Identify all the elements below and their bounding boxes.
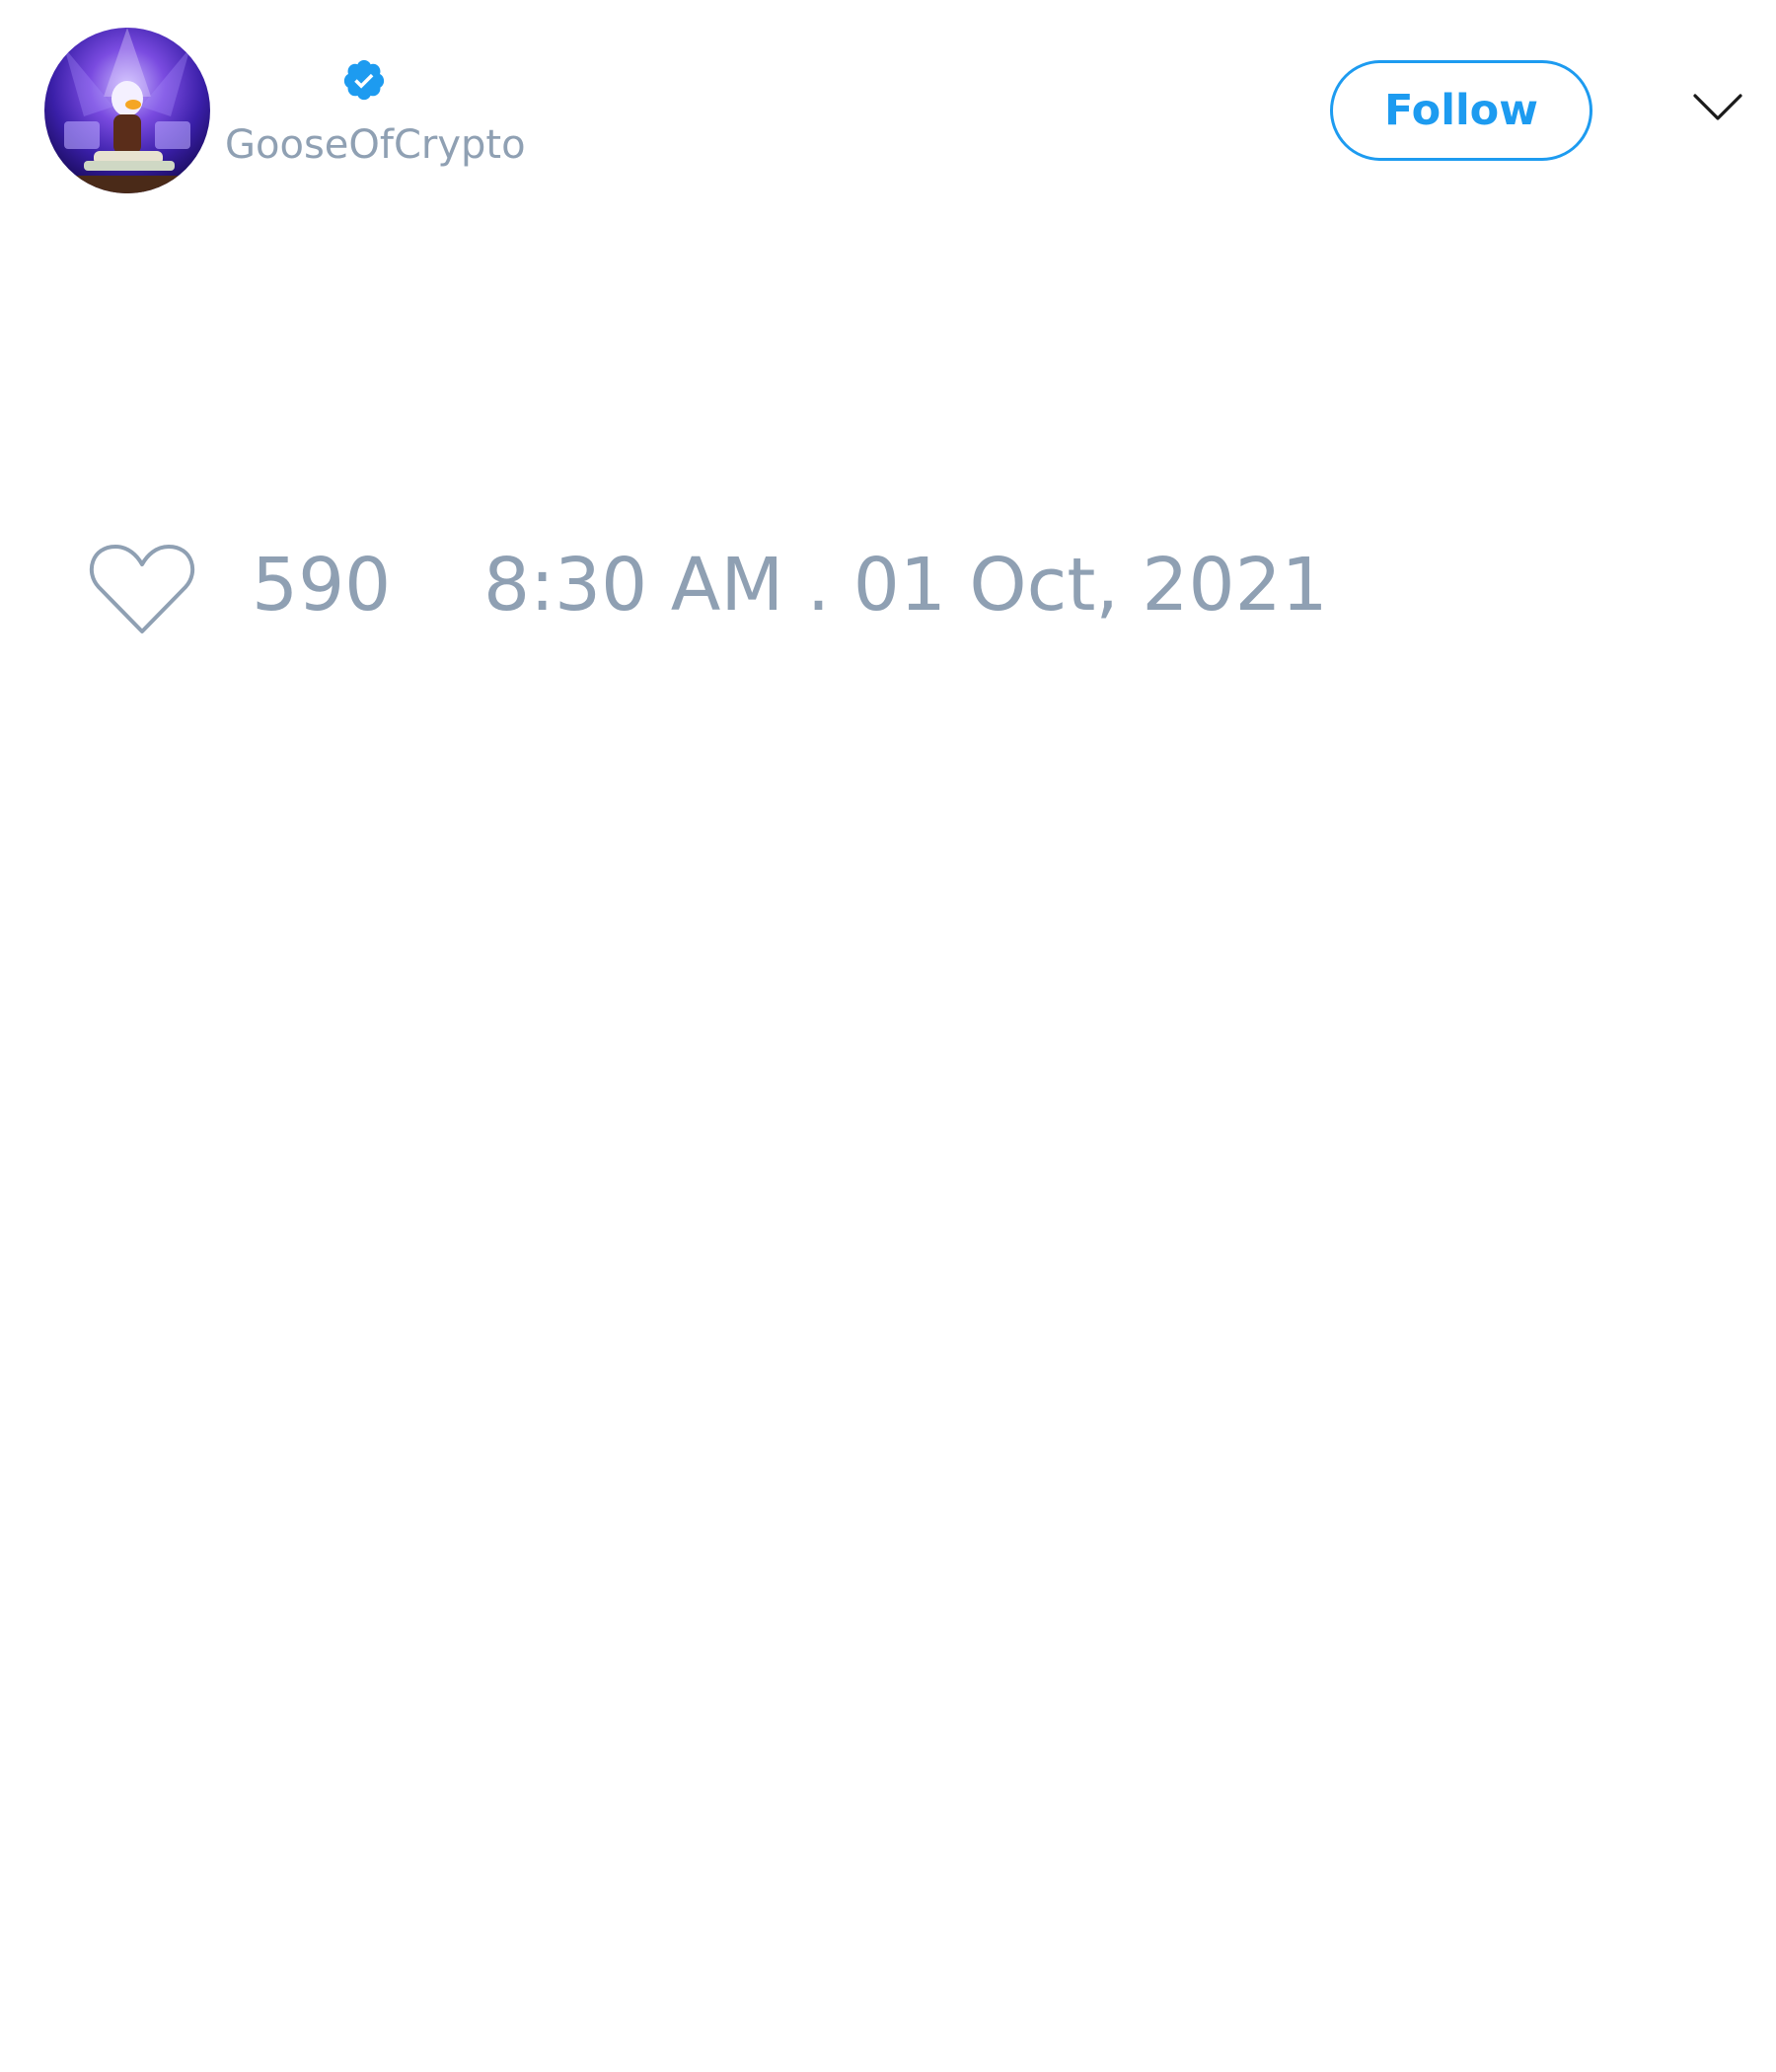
verified-badge-icon [343, 59, 385, 101]
like-count: 590 [252, 543, 392, 628]
author-handle[interactable]: GooseOfCrypto [225, 125, 526, 165]
follow-button[interactable]: Follow [1330, 60, 1592, 161]
avatar[interactable] [44, 28, 210, 193]
chevron-down-icon[interactable] [1692, 91, 1743, 124]
heart-icon[interactable] [89, 541, 195, 637]
tweet-timestamp[interactable]: 8:30 AM . 01 Oct, 2021 [483, 549, 1328, 622]
duck-avatar-image [44, 28, 210, 193]
